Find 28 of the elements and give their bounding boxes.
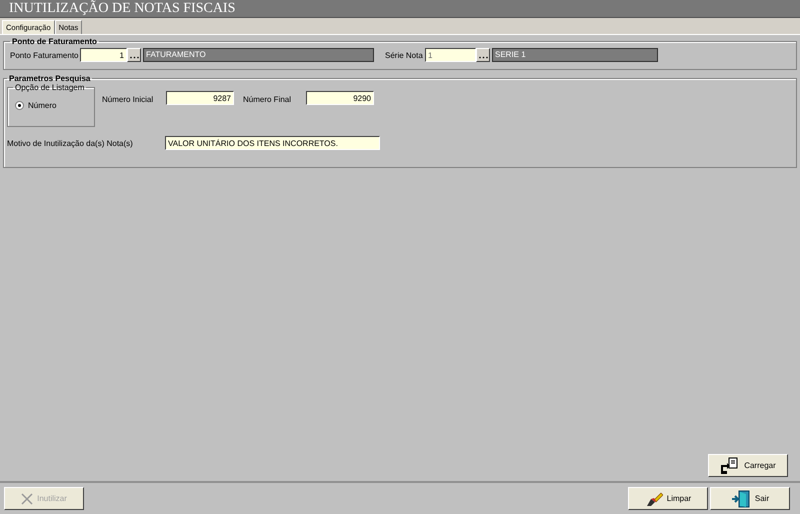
radio-label: Número bbox=[28, 101, 56, 110]
field-label: Número Final bbox=[243, 95, 292, 104]
clear-button[interactable]: Limpar bbox=[628, 487, 708, 510]
radio-button[interactable] bbox=[15, 101, 24, 110]
input-field[interactable]: 9290 bbox=[306, 91, 374, 105]
document-arrow-icon bbox=[720, 457, 740, 474]
x-icon bbox=[21, 492, 34, 504]
group-title: Parametros Pesquisa bbox=[8, 74, 92, 83]
field-label: Ponto Faturamento bbox=[10, 50, 79, 60]
field-label: Série Nota bbox=[385, 50, 424, 60]
input-field[interactable]: VALOR UNITÁRIO DOS ITENS INCORRETOS. bbox=[165, 136, 380, 150]
description-field: FATURAMENTO bbox=[143, 48, 374, 62]
group-title: Opção de Listagem bbox=[14, 83, 86, 92]
lookup-button[interactable] bbox=[127, 48, 141, 62]
field-label: Número Inicial bbox=[102, 95, 154, 104]
input-field[interactable]: 9287 bbox=[166, 91, 234, 105]
field-label: Motivo de Inutilização da(s) Nota(s) bbox=[7, 138, 134, 148]
exit-button[interactable]: Sair bbox=[710, 487, 790, 510]
window-title: INUTILIZAÇÃO DE NOTAS FISCAIS bbox=[9, 0, 236, 16]
ellipsis-icon bbox=[130, 56, 138, 59]
description-field: SERIE 1 bbox=[492, 48, 658, 62]
input-field[interactable]: 1 bbox=[80, 48, 127, 62]
lookup-button[interactable] bbox=[476, 48, 490, 62]
door-icon bbox=[730, 490, 751, 508]
load-button[interactable]: Carregar bbox=[708, 454, 788, 477]
ellipsis-icon bbox=[478, 56, 488, 59]
group-title: Ponto de Faturamento bbox=[11, 37, 98, 46]
eraser-icon bbox=[644, 490, 663, 506]
